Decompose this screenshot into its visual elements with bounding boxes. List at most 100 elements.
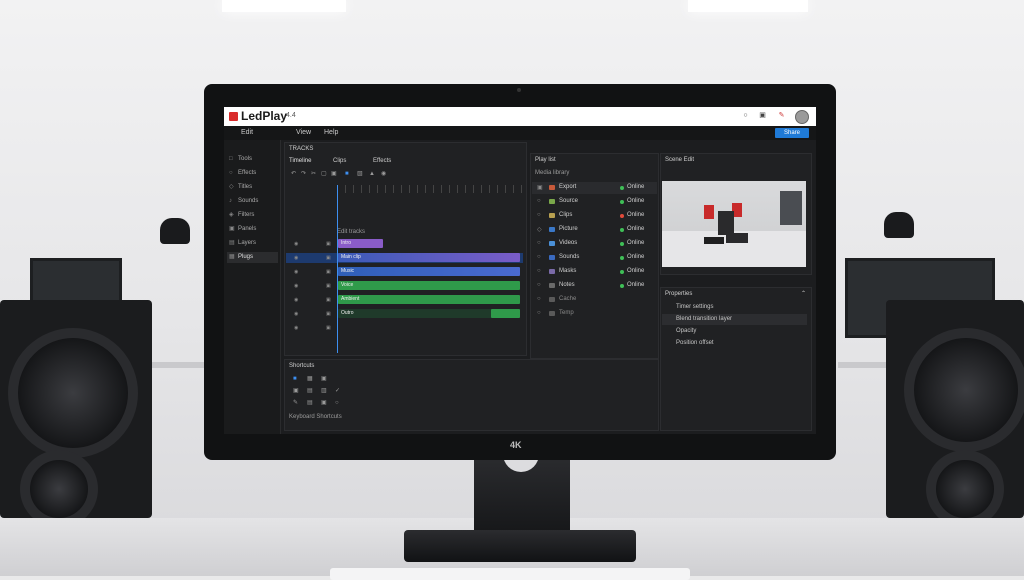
time-ruler[interactable] (337, 185, 523, 193)
track-row[interactable]: ◉ ▣ Intro (286, 239, 523, 249)
track-row[interactable]: ◉ ▣ Main clip (286, 253, 523, 263)
title-bar: LedPlay 4.4 ○ ▣ ✎ (224, 107, 816, 126)
media-status: Online (627, 212, 645, 218)
lock-icon[interactable]: ▣ (326, 311, 331, 317)
property-row[interactable]: Timer settings (662, 302, 807, 313)
marker-icon[interactable]: ▲ (369, 171, 375, 177)
app-name: LedPlay (241, 109, 288, 123)
lock-icon[interactable]: ▣ (326, 297, 331, 303)
chevron-up-icon[interactable]: ⌃ (801, 290, 806, 297)
tab-clips[interactable]: Clips (333, 158, 346, 164)
cut-icon[interactable]: ✂ (311, 171, 317, 177)
undo-icon[interactable]: ↶ (291, 171, 297, 177)
clip-green-end[interactable] (491, 309, 520, 318)
link-icon[interactable]: ○ (335, 400, 341, 406)
track-row[interactable]: ◉ ▣ Voice (286, 281, 523, 291)
circle-icon: ○ (229, 170, 233, 176)
eye-icon[interactable]: ◉ (294, 283, 298, 289)
redo-icon[interactable]: ↷ (301, 171, 307, 177)
paste-icon[interactable]: ▣ (331, 171, 337, 177)
menu-help[interactable]: Help (324, 129, 338, 136)
list-item[interactable]: ○ Source Online (532, 196, 657, 208)
lock-icon[interactable]: ▣ (326, 325, 331, 331)
lock-icon[interactable]: ▣ (326, 283, 331, 289)
list-item[interactable]: ○ Clips Online (532, 210, 657, 222)
eye-icon[interactable]: ◉ (294, 269, 298, 275)
tab-timeline[interactable]: Timeline (289, 158, 311, 164)
circle-icon[interactable]: ○ (742, 112, 749, 119)
property-row[interactable]: Opacity (662, 326, 807, 337)
shortcuts-title: Shortcuts (289, 363, 315, 369)
file-icon: ○ (537, 282, 541, 288)
timeline-tab[interactable]: TRACKS (289, 146, 313, 152)
track-row[interactable]: ◉ ▣ (286, 323, 523, 333)
list-item[interactable]: ○ Videos Online (532, 238, 657, 250)
share-button[interactable]: Share (775, 128, 809, 138)
file-icon: ○ (537, 296, 541, 302)
lock-icon[interactable]: ▣ (326, 241, 331, 247)
avatar[interactable] (795, 110, 809, 124)
track-row[interactable]: ◉ ▣ Outro (286, 309, 523, 319)
split-icon[interactable]: ▧ (357, 171, 363, 177)
pen-icon[interactable]: ✎ (293, 400, 299, 406)
sidebar-item-plugs[interactable]: ▦ Plugs (227, 252, 278, 263)
sidebar-item-titles[interactable]: ◇ Titles (227, 182, 278, 193)
check-icon[interactable]: ✓ (335, 388, 341, 394)
plug-icon: ▦ (229, 254, 235, 260)
tab-effects[interactable]: Effects (373, 158, 391, 164)
list-item[interactable]: ○ Sounds Online (532, 252, 657, 264)
property-row[interactable]: Position offset (662, 338, 807, 349)
snap-icon[interactable]: ■ (345, 171, 351, 177)
sidebar-item-panels[interactable]: ▣ Panels (227, 224, 278, 235)
clip-intro[interactable]: Intro (338, 239, 383, 248)
eye-icon[interactable]: ◉ (294, 255, 298, 261)
pen-icon[interactable]: ✎ (778, 112, 785, 119)
list-item[interactable]: ○ Temp (532, 308, 657, 320)
track-row[interactable]: ◉ ▣ Music (286, 267, 523, 277)
zoom-icon[interactable]: ◉ (381, 171, 387, 177)
list-item[interactable]: ○ Notes Online (532, 280, 657, 292)
sidebar-item-effects[interactable]: ○ Effects (227, 168, 278, 179)
sidebar-item-tools[interactable]: □ Tools (227, 154, 278, 165)
section-label: Edit tracks (337, 229, 366, 235)
copy-icon[interactable]: ▢ (321, 171, 327, 177)
eye-icon[interactable]: ◉ (294, 297, 298, 303)
clip-main[interactable]: Main clip (338, 253, 520, 262)
shape-icon[interactable]: ▥ (321, 388, 327, 394)
lock-icon[interactable]: ▣ (326, 269, 331, 275)
lock-icon[interactable]: ▣ (326, 255, 331, 261)
property-label: Timer settings (676, 304, 714, 310)
lock-icon[interactable]: ▣ (759, 112, 766, 119)
clip-ambient[interactable]: Ambient (338, 295, 520, 304)
file-icon: ○ (537, 254, 541, 260)
eye-icon[interactable]: ◉ (294, 311, 298, 317)
clip-label: Ambient (341, 296, 360, 302)
mask-icon[interactable]: ▣ (321, 400, 327, 406)
clip-music[interactable]: Music (338, 267, 520, 276)
list-item[interactable]: ○ Masks Online (532, 266, 657, 278)
eye-icon[interactable]: ◉ (294, 241, 298, 247)
list-item[interactable]: ◇ Picture Online (532, 224, 657, 236)
sidebar-item-sounds[interactable]: ♪ Sounds (227, 196, 278, 207)
menu-view[interactable]: View (296, 129, 311, 136)
property-row[interactable]: Blend transition layer (662, 314, 807, 325)
grid-icon[interactable]: ▦ (307, 376, 313, 382)
clip-voice[interactable]: Voice (338, 281, 520, 290)
playhead[interactable] (337, 185, 338, 353)
crop-icon[interactable]: ▣ (293, 388, 299, 394)
media-name: Masks (559, 268, 577, 274)
media-status: Online (627, 184, 645, 190)
sidebar-item-layers[interactable]: ▤ Layers (227, 238, 278, 249)
track-row[interactable]: ◉ ▣ Ambient (286, 295, 523, 305)
list-item[interactable]: ○ Cache (532, 294, 657, 306)
text-icon[interactable]: ▤ (307, 388, 313, 394)
file-icon: ○ (537, 268, 541, 274)
list-item[interactable]: ▣ Export Online (532, 182, 657, 194)
video-preview[interactable] (662, 181, 806, 267)
sidebar-item-filters[interactable]: ◈ Filters (227, 210, 278, 221)
folder-icon[interactable]: ■ (293, 376, 299, 382)
menu-edit[interactable]: Edit (241, 129, 253, 136)
eye-icon[interactable]: ◉ (294, 325, 298, 331)
image-icon[interactable]: ▣ (321, 376, 327, 382)
layers-icon[interactable]: ▤ (307, 400, 313, 406)
